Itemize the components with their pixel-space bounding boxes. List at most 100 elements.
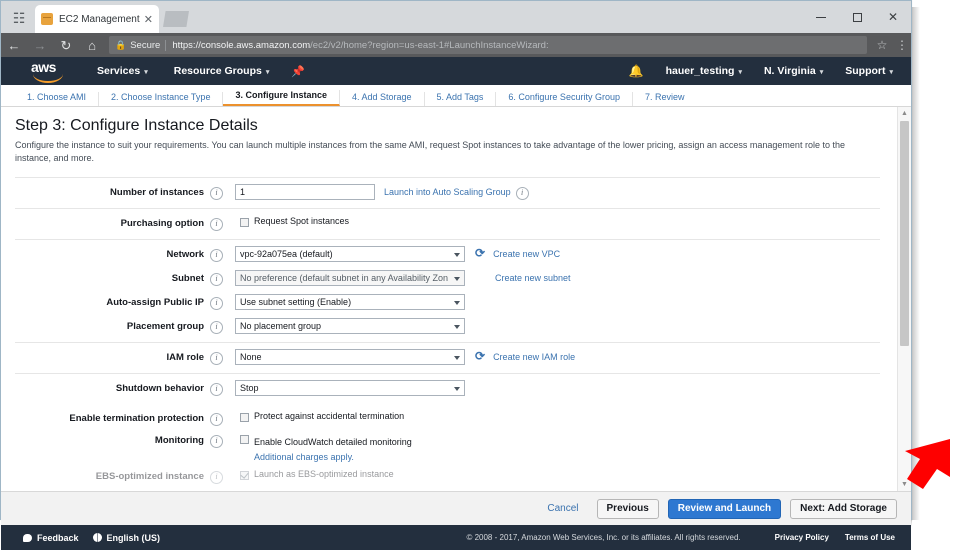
scrollbar-thumb[interactable] xyxy=(900,121,909,346)
label-network: Network xyxy=(166,249,204,260)
terms-of-use-link[interactable]: Terms of Use xyxy=(845,533,895,542)
info-icon[interactable]: i xyxy=(210,187,223,200)
close-window-button[interactable]: ✕ xyxy=(875,1,911,33)
reload-icon[interactable]: ↻ xyxy=(53,39,79,52)
scroll-up-icon[interactable]: ▲ xyxy=(898,107,911,120)
forward-icon[interactable]: → xyxy=(27,39,53,52)
globe-icon xyxy=(92,533,102,542)
shutdown-behavior-select[interactable]: Stop xyxy=(235,380,465,396)
control-purchasing-option: Request Spot instances xyxy=(240,215,880,228)
nav-resource-groups-label: Resource Groups xyxy=(173,65,262,77)
info-icon[interactable]: i xyxy=(210,435,223,448)
address-bar[interactable]: 🔒 Secure https://console.aws.amazon.com/… xyxy=(109,36,867,54)
network-select[interactable]: vpc-92a075ea (default) xyxy=(235,246,465,262)
refresh-icon[interactable]: ⟳ xyxy=(475,246,485,260)
label-monitoring: Monitoring xyxy=(154,435,204,446)
form-row-purchasing-option: Purchasing option i Request Spot instanc… xyxy=(15,208,880,239)
label-termination-protection: Enable termination protection xyxy=(69,413,204,424)
iam-role-select[interactable]: None xyxy=(235,349,465,365)
info-icon[interactable]: i xyxy=(210,321,223,334)
chrome-os-menu-icon[interactable]: ☷ xyxy=(9,9,29,27)
nav-support[interactable]: Support ▾ xyxy=(845,65,893,77)
notifications-bell-icon[interactable]: 🔔 xyxy=(629,64,644,78)
next-add-storage-button[interactable]: Next: Add Storage xyxy=(790,498,897,519)
feedback-button[interactable]: Feedback xyxy=(23,533,79,543)
info-icon[interactable]: i xyxy=(210,413,223,426)
wizard-step-5[interactable]: 5. Add Tags xyxy=(425,92,497,106)
info-icon[interactable]: i xyxy=(210,383,223,396)
label-shutdown-behavior: Shutdown behavior xyxy=(115,383,204,394)
chevron-down-icon: ▾ xyxy=(265,69,270,76)
control-iam-role: None ⟳ Create new IAM role xyxy=(235,349,880,365)
info-icon[interactable]: i xyxy=(210,218,223,231)
red-arrow-annotation xyxy=(905,439,950,489)
label-ebs-optimized: EBS-optimized instance xyxy=(95,471,204,482)
wizard-step-4[interactable]: 4. Add Storage xyxy=(340,92,425,106)
form-row-number-of-instances: Number of instances i 1 Launch into Auto… xyxy=(15,177,880,208)
info-icon[interactable]: i xyxy=(210,352,223,365)
ec2-favicon xyxy=(41,13,53,25)
nav-services[interactable]: Services ▾ xyxy=(97,65,148,77)
number-of-instances-input[interactable]: 1 xyxy=(235,184,375,200)
wizard-step-6[interactable]: 6. Configure Security Group xyxy=(496,92,633,106)
chevron-down-icon: ▾ xyxy=(819,69,824,76)
bookmark-star-icon[interactable]: ☆ xyxy=(871,38,893,52)
placement-group-select[interactable]: No placement group xyxy=(235,318,465,334)
info-icon[interactable]: i xyxy=(515,187,529,200)
ebs-optimized-checkbox[interactable] xyxy=(240,471,249,480)
form-row-subnet: Subnet i No preference (default subnet i… xyxy=(15,264,880,288)
cancel-button[interactable]: Cancel xyxy=(538,499,587,519)
additional-charges-link[interactable]: Additional charges apply. xyxy=(254,452,412,462)
home-icon[interactable]: ⌂ xyxy=(79,39,105,52)
info-icon[interactable]: i xyxy=(210,297,223,310)
browser-menu-icon[interactable]: ⋮ xyxy=(893,38,911,52)
browser-tab[interactable]: EC2 Management Conso ✕ xyxy=(35,5,159,33)
browser-tab-title: EC2 Management Conso xyxy=(59,13,142,25)
chevron-down-icon: ▾ xyxy=(889,69,893,76)
nav-account-label: hauer_testing xyxy=(665,65,735,77)
minimize-button[interactable] xyxy=(803,1,839,33)
info-icon[interactable]: i xyxy=(210,273,223,286)
maximize-button[interactable] xyxy=(839,1,875,33)
chevron-down-icon: ▾ xyxy=(144,69,148,76)
termination-protection-checkbox[interactable] xyxy=(240,413,249,422)
wizard-step-3[interactable]: 3. Configure Instance xyxy=(223,90,340,106)
create-new-iam-role-link[interactable]: Create new IAM role xyxy=(493,349,575,365)
cloudwatch-monitoring-checkbox[interactable] xyxy=(240,435,249,444)
create-new-vpc-link[interactable]: Create new VPC xyxy=(493,246,560,262)
content-scrollbar[interactable]: ▲ ▼ xyxy=(897,107,911,491)
privacy-policy-link[interactable]: Privacy Policy xyxy=(775,533,829,542)
new-tab-button[interactable] xyxy=(163,11,189,27)
request-spot-instances-checkbox[interactable] xyxy=(240,218,249,227)
review-and-launch-button[interactable]: Review and Launch xyxy=(667,498,782,519)
back-icon[interactable]: ← xyxy=(1,39,27,52)
aws-logo[interactable]: aws xyxy=(31,60,71,83)
create-new-subnet-link[interactable]: Create new subnet xyxy=(495,270,571,286)
form-row-auto-assign-public-ip: Auto-assign Public IP i Use subnet setti… xyxy=(15,288,880,312)
launch-into-asg-link[interactable]: Launch into Auto Scaling Group xyxy=(384,184,511,200)
auto-assign-public-ip-select[interactable]: Use subnet setting (Enable) xyxy=(235,294,465,310)
control-subnet: No preference (default subnet in any Ava… xyxy=(235,270,880,286)
language-button[interactable]: English (US) xyxy=(92,533,160,543)
wizard-action-bar: Cancel Previous Review and Launch Next: … xyxy=(1,491,911,525)
wizard-step-2[interactable]: 2. Choose Instance Type xyxy=(99,92,224,106)
pin-icon[interactable]: 📌 xyxy=(291,65,305,78)
nav-resource-groups[interactable]: Resource Groups ▾ xyxy=(174,65,270,77)
control-monitoring: Enable CloudWatch detailed monitoring Ad… xyxy=(240,432,880,462)
wizard-step-1[interactable]: 1. Choose AMI xyxy=(15,92,100,106)
nav-region[interactable]: N. Virginia ▾ xyxy=(764,65,823,77)
control-number-of-instances: 1 Launch into Auto Scaling Group i xyxy=(235,184,880,200)
nav-account[interactable]: hauer_testing ▾ xyxy=(666,65,742,77)
form-row-iam-role: IAM role i None ⟳ Create new IAM role xyxy=(15,342,880,373)
refresh-icon[interactable]: ⟳ xyxy=(475,349,485,363)
wizard-step-7[interactable]: 7. Review xyxy=(633,92,697,106)
previous-button[interactable]: Previous xyxy=(596,498,659,519)
control-network: vpc-92a075ea (default) ⟳ Create new VPC xyxy=(235,246,880,262)
label-purchasing-option: Purchasing option xyxy=(120,218,204,229)
subnet-select[interactable]: No preference (default subnet in any Ava… xyxy=(235,270,465,286)
close-tab-icon[interactable]: ✕ xyxy=(144,13,153,26)
info-icon[interactable]: i xyxy=(210,471,223,484)
form-row-shutdown-behavior: Shutdown behavior i Stop xyxy=(15,373,880,404)
form-row-placement-group: Placement group i No placement group xyxy=(15,312,880,342)
info-icon[interactable]: i xyxy=(210,249,223,262)
